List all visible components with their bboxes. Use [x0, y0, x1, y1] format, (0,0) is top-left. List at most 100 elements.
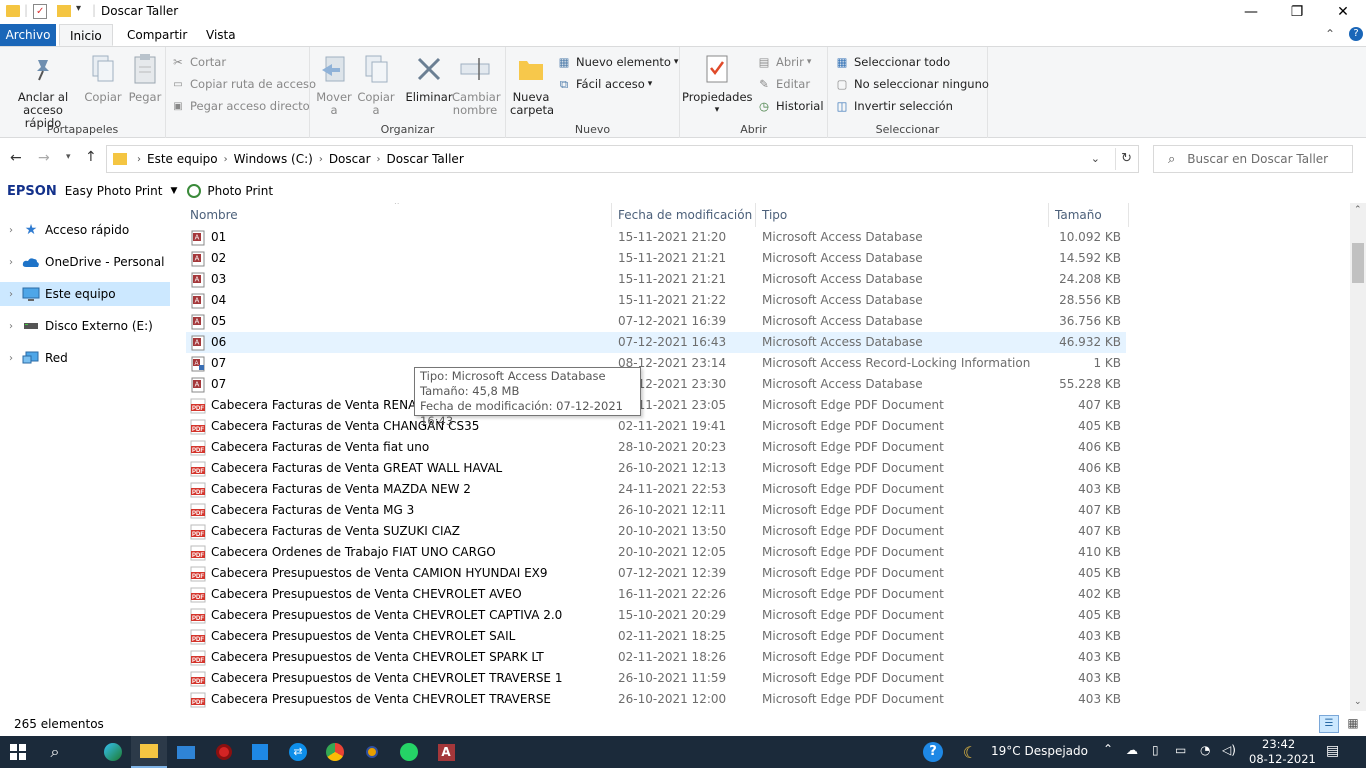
teamviewer-icon[interactable]: ⇄	[280, 736, 316, 768]
photo-print-button[interactable]: Photo Print	[207, 184, 273, 198]
help-tips-icon[interactable]: ?	[915, 736, 951, 768]
rename-button[interactable]: Cambiar nombre	[452, 51, 501, 117]
file-row[interactable]: A 04 15-11-2021 21:22 Microsoft Access Data…	[186, 290, 1126, 311]
collapse-ribbon-icon[interactable]: ⌃	[1325, 27, 1335, 41]
moon-weather-icon[interactable]: ☾	[952, 736, 988, 768]
weather-text[interactable]: 19°C Despejado	[991, 744, 1088, 758]
file-row[interactable]: PDF Cabecera Presupuestos de Venta CHEVRO…	[186, 689, 1126, 710]
device-tray-icon[interactable]: ▯	[1152, 743, 1159, 757]
breadcrumb-separator[interactable]: ›	[377, 154, 381, 165]
app-icon[interactable]	[354, 736, 390, 768]
chevron-right-icon[interactable]: ›	[0, 225, 22, 236]
onedrive-tray-icon[interactable]: ☁	[1126, 743, 1138, 757]
clock-date[interactable]: 08-12-2021	[1249, 752, 1316, 766]
file-row[interactable]: PDF Cabecera Facturas de Venta MG 3 26-10-…	[186, 500, 1126, 521]
file-row[interactable]: A 07 08-12-2021 23:14 Microsoft Access Reco…	[186, 353, 1126, 374]
scrollbar-thumb[interactable]	[1352, 243, 1364, 283]
file-row[interactable]: PDF Cabecera Presupuestos de Venta CHEVRO…	[186, 626, 1126, 647]
invert-selection-button[interactable]: ◫ Invertir selección	[834, 96, 953, 116]
file-row[interactable]: PDF Cabecera Facturas de Venta RENAULT 08-…	[186, 395, 1126, 416]
file-row[interactable]: A 05 07-12-2021 16:39 Microsoft Access Data…	[186, 311, 1126, 332]
nav-item-acceso-rapido[interactable]: › ★ Acceso rápido	[0, 218, 170, 242]
refresh-icon[interactable]: ↻	[1121, 151, 1132, 166]
forward-arrow-icon[interactable]: →	[38, 150, 50, 166]
battery-icon[interactable]: ▭	[1175, 743, 1186, 757]
search-input[interactable]: ⌕ Buscar en Doscar Taller	[1153, 145, 1353, 173]
open-button[interactable]: ▤ Abrir ▾	[756, 52, 812, 72]
show-hidden-icons-icon[interactable]: ⌃	[1103, 742, 1113, 756]
minimize-button[interactable]: —	[1228, 0, 1274, 24]
file-row[interactable]: PDF Cabecera Facturas de Venta SUZUKI CIA…	[186, 521, 1126, 542]
windows-start-icon[interactable]	[0, 736, 36, 768]
easy-photo-print-button[interactable]: Easy Photo Print	[65, 184, 163, 198]
whatsapp-icon[interactable]	[391, 736, 427, 768]
file-row[interactable]: PDF Cabecera Ordenes de Trabajo FIAT UNO …	[186, 542, 1126, 563]
copy-button[interactable]: Copiar	[84, 51, 122, 104]
edge-icon[interactable]	[95, 736, 131, 768]
easy-photo-print-dropdown-icon[interactable]: ▼	[170, 186, 177, 196]
tab-archivo[interactable]: Archivo	[0, 24, 56, 46]
new-folder-button[interactable]: Nueva carpeta	[510, 51, 554, 117]
address-dropdown-icon[interactable]: ⌄	[1091, 152, 1100, 165]
breadcrumb-separator[interactable]: ›	[137, 154, 141, 165]
vertical-scrollbar[interactable]: ⌃ ⌄	[1350, 203, 1366, 711]
breadcrumb-windows-c[interactable]: Windows (C:)	[234, 152, 313, 166]
maximize-button[interactable]: ❐	[1274, 0, 1320, 24]
column-header-type[interactable]: Tipo	[756, 203, 1049, 227]
file-row[interactable]: PDF Cabecera Presupuestos de Venta CHEVRO…	[186, 584, 1126, 605]
clock-time[interactable]: 23:42	[1262, 737, 1295, 751]
close-button[interactable]: ✕	[1320, 0, 1366, 24]
file-row[interactable]: PDF Cabecera Presupuestos de Venta CHEVRO…	[186, 668, 1126, 689]
file-row[interactable]: A 06 07-12-2021 16:43 Microsoft Access Data…	[186, 332, 1126, 353]
access-app-icon[interactable]: A	[428, 736, 464, 768]
breadcrumb-doscar[interactable]: Doscar	[329, 152, 371, 166]
properties-button[interactable]: Propiedades ▾	[682, 51, 753, 117]
delete-button[interactable]: Eliminar	[404, 51, 454, 104]
move-to-button[interactable]: Mover a	[314, 51, 354, 117]
file-row[interactable]: PDF Cabecera Facturas de Venta MAZDA NEW …	[186, 479, 1126, 500]
tab-vista[interactable]: Vista	[196, 24, 246, 46]
file-row[interactable]: A 03 15-11-2021 21:21 Microsoft Access Data…	[186, 269, 1126, 290]
file-row[interactable]: PDF Cabecera Facturas de Venta CHANGAN CS…	[186, 416, 1126, 437]
edit-button[interactable]: ✎ Editar	[756, 74, 810, 94]
back-arrow-icon[interactable]: ←	[10, 150, 22, 166]
tab-compartir[interactable]: Compartir	[117, 24, 197, 46]
calendar-icon[interactable]	[242, 736, 278, 768]
qat-dropdown-icon[interactable]: ▾	[76, 3, 81, 14]
file-explorer-icon[interactable]	[131, 736, 167, 768]
file-row[interactable]: A 07 08-12-2021 23:30 Microsoft Access Data…	[186, 374, 1126, 395]
tab-inicio[interactable]: Inicio	[59, 24, 113, 46]
file-row[interactable]: PDF Cabecera Facturas de Venta GREAT WALL…	[186, 458, 1126, 479]
chevron-right-icon[interactable]: ›	[0, 353, 22, 364]
properties-qat-icon[interactable]: ✓	[33, 4, 47, 19]
file-row[interactable]: A 02 15-11-2021 21:21 Microsoft Access Data…	[186, 248, 1126, 269]
address-bar[interactable]: › Este equipo › Windows (C:) › Doscar › …	[106, 145, 1139, 173]
column-header-size[interactable]: Tamaño	[1049, 203, 1129, 227]
details-view-icon[interactable]: ☰	[1319, 715, 1339, 733]
record-app-icon[interactable]	[206, 736, 242, 768]
chevron-right-icon[interactable]: ›	[0, 289, 22, 300]
new-item-button[interactable]: ▦ Nuevo elemento ▾	[556, 52, 679, 72]
recent-locations-icon[interactable]: ▾	[66, 152, 71, 162]
up-arrow-icon[interactable]: ↑	[85, 149, 97, 165]
breadcrumb-este-equipo[interactable]: Este equipo	[147, 152, 218, 166]
copy-to-button[interactable]: Copiar a	[356, 51, 396, 117]
new-folder-qat-icon[interactable]	[57, 5, 71, 17]
volume-icon[interactable]: ◁)	[1222, 743, 1236, 757]
nav-item-onedrive[interactable]: › OneDrive - Personal	[0, 250, 170, 274]
breadcrumb-doscar-taller[interactable]: Doscar Taller	[387, 152, 464, 166]
breadcrumb-separator[interactable]: ›	[224, 154, 228, 165]
select-none-button[interactable]: ▢ No seleccionar ninguno	[834, 74, 989, 94]
help-icon[interactable]: ?	[1349, 27, 1363, 41]
scroll-up-arrow-icon[interactable]: ⌃	[1354, 205, 1362, 215]
file-row[interactable]: PDF Cabecera Facturas de Venta fiat uno 28…	[186, 437, 1126, 458]
column-header-name[interactable]: Nombre	[184, 203, 612, 227]
nav-item-red[interactable]: › Red	[0, 346, 170, 370]
nav-item-disco-externo[interactable]: › Disco Externo (E:)	[0, 314, 170, 338]
notifications-icon[interactable]: ▤	[1326, 743, 1339, 759]
mail-icon[interactable]	[168, 736, 204, 768]
search-icon[interactable]: ⌕	[37, 736, 73, 768]
nav-item-este-equipo[interactable]: › Este equipo	[0, 282, 170, 306]
select-all-button[interactable]: ▦ Seleccionar todo	[834, 52, 951, 72]
pin-quick-access-button[interactable]: Anclar al acceso rápido	[4, 51, 82, 130]
